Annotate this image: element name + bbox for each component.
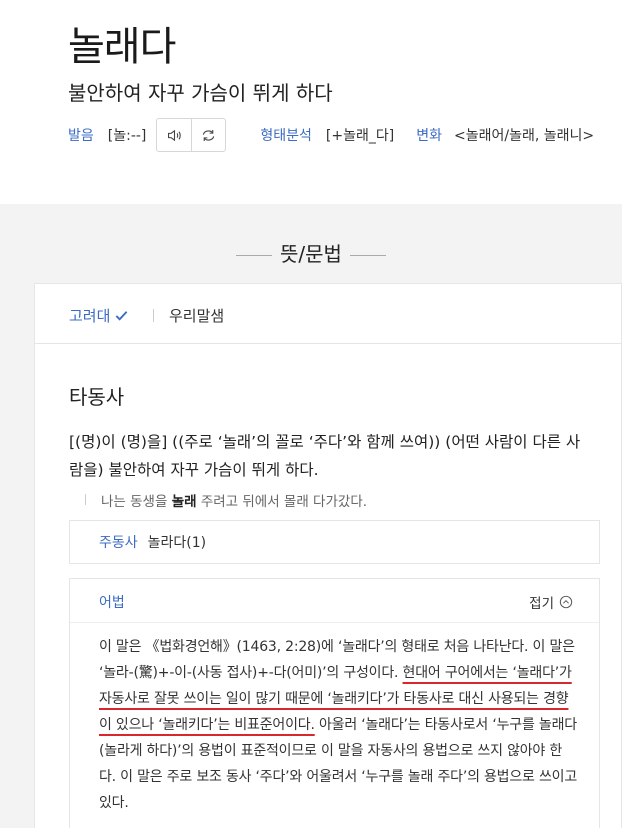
part-of-speech: 타동사 bbox=[69, 385, 125, 409]
tab-korea-univ[interactable]: 고려대 bbox=[69, 305, 129, 326]
example-sentence: 나는 동생을 놀래 주려고 뒤에서 몰래 다가갔다. bbox=[84, 490, 368, 510]
conjugation-value: <놀래어/놀래, 놀래니> bbox=[453, 128, 595, 144]
repeat-icon bbox=[203, 129, 215, 141]
example-headword: 놀래 bbox=[171, 494, 197, 510]
active-verb-box: 주동사 놀라다(1) bbox=[69, 520, 600, 564]
play-audio-button[interactable] bbox=[157, 119, 191, 151]
section-title-text: 뜻/문법 bbox=[280, 242, 342, 266]
section-title: 뜻/문법 bbox=[0, 238, 622, 267]
checkmark-icon bbox=[116, 311, 128, 321]
usage-text: 이 말은 《법화경언해》(1463, 2:28)에 ‘놀래다’의 형태로 처음 … bbox=[99, 634, 577, 816]
tab-label: 고려대 bbox=[69, 307, 111, 325]
definition: [(명)이 (명)을] ((주로 ‘놀래’의 꼴로 ‘주다’와 함께 쓰여)) … bbox=[69, 433, 581, 479]
entry-header: 놀래다 불안하여 자꾸 가슴이 뛰게 하다 발음 [놀:--] 형태분석 [+놀… bbox=[0, 0, 622, 204]
meta-row: 발음 [놀:--] 형태분석 [+놀래_다] 변화 <놀래어/놀래, 놀래니> bbox=[68, 117, 594, 153]
active-verb-link[interactable]: 놀라다(1) bbox=[148, 532, 206, 552]
repeat-audio-button[interactable] bbox=[191, 119, 225, 151]
summary: 불안하여 자꾸 가슴이 뛰게 하다 bbox=[68, 81, 333, 105]
usage-box: 어법 접기 이 말은 《법화경언해》(1463, 2:28)에 ‘놀래다’의 형… bbox=[69, 578, 600, 828]
tab-urimalsaem[interactable]: 우리말샘 bbox=[169, 305, 224, 326]
pronunciation-label: 발음 bbox=[68, 128, 94, 144]
headword: 놀래다 bbox=[68, 24, 176, 70]
fold-label: 접기 bbox=[529, 596, 554, 612]
pronunciation-value: [놀:--] bbox=[107, 128, 147, 144]
dictionary-tabs: 고려대 우리말샘 bbox=[35, 284, 621, 344]
active-verb-label: 주동사 bbox=[99, 535, 138, 551]
tab-divider bbox=[153, 309, 154, 322]
morphology-label: 형태분석 bbox=[260, 128, 312, 144]
conjugation-label: 변화 bbox=[416, 128, 442, 144]
fold-button[interactable]: 접기 bbox=[529, 592, 573, 612]
pronunciation-controls bbox=[156, 118, 227, 152]
usage-label: 어법 bbox=[99, 595, 125, 611]
meaning-card: 고려대 우리말샘 타동사 [(명)이 (명)을] ((주로 ‘놀래’의 꼴로 ‘… bbox=[34, 283, 622, 828]
title-divider-left bbox=[236, 255, 273, 256]
speaker-icon bbox=[167, 129, 181, 141]
usage-header: 어법 접기 bbox=[70, 579, 599, 623]
example-text-before: 나는 동생을 bbox=[101, 494, 172, 510]
example-text-after: 주려고 뒤에서 몰래 다가갔다. bbox=[196, 494, 368, 510]
morphology-value: [+놀래_다] bbox=[325, 128, 395, 144]
chevron-up-circle-icon bbox=[559, 595, 573, 609]
title-divider-right bbox=[349, 255, 386, 256]
